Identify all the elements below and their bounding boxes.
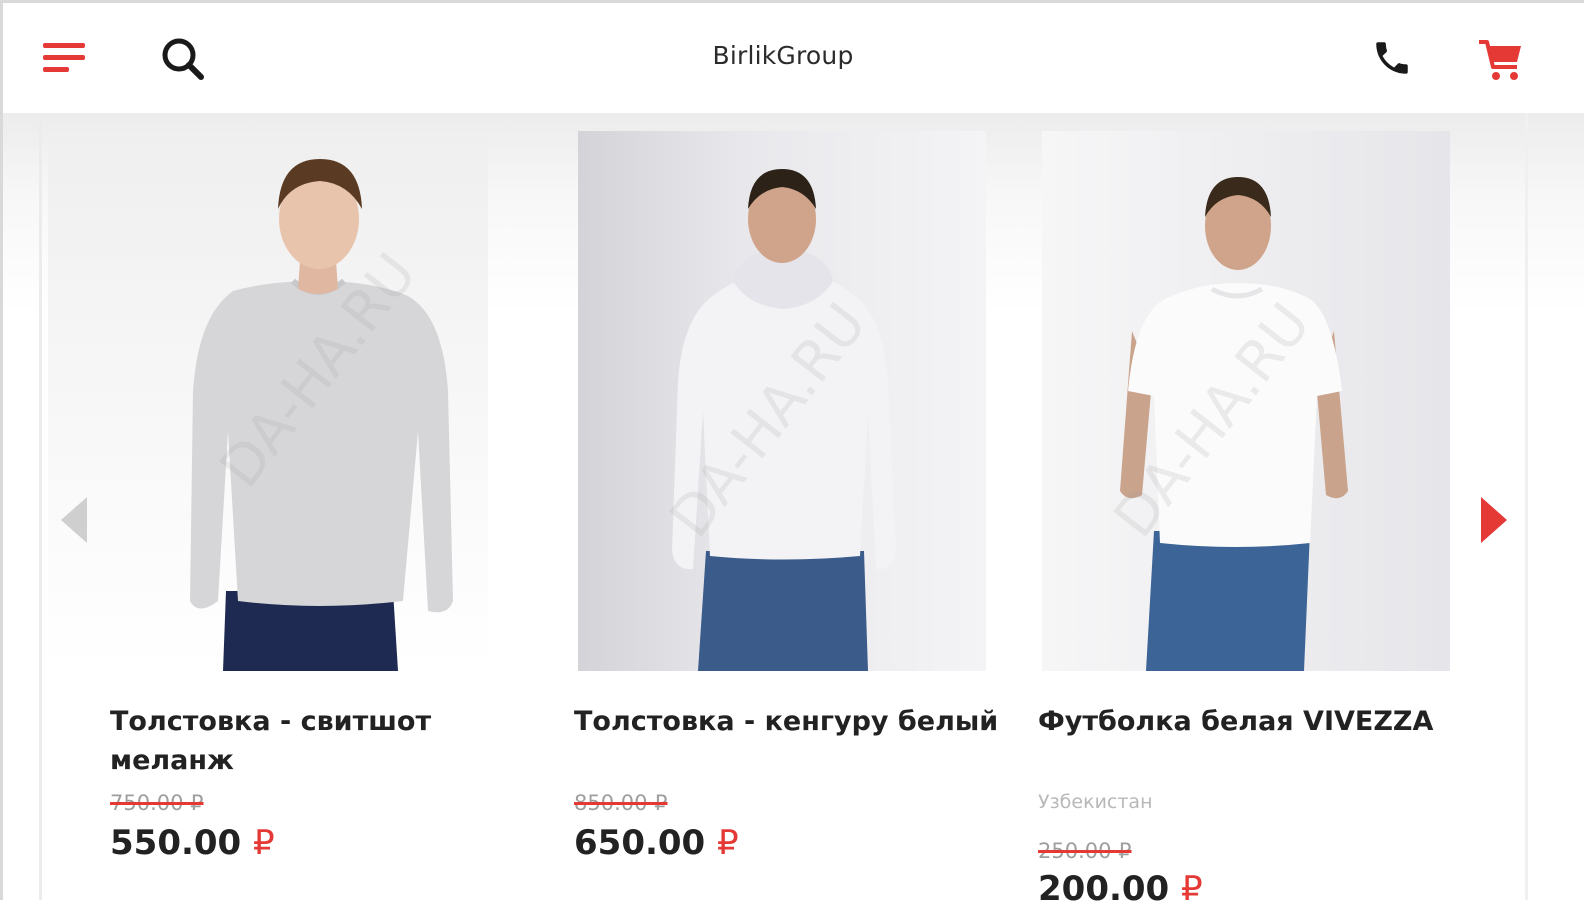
- currency-symbol: ₽: [717, 823, 739, 863]
- chevron-right-icon: [1481, 497, 1507, 543]
- product-name[interactable]: Толстовка - свитшот меланж: [110, 702, 540, 780]
- app-header: BirlikGroup: [0, 0, 1584, 113]
- phone-icon: [1376, 42, 1408, 74]
- old-price: 250.00 ₽: [1038, 839, 1132, 863]
- product-card[interactable]: DA-HA.RU Футболка белая VIVEZZA Узбекист…: [1038, 113, 1498, 909]
- product-photo[interactable]: DA-HA.RU: [578, 131, 986, 671]
- carousel-prev-button[interactable]: [59, 495, 89, 550]
- price-value: 650.00: [574, 823, 706, 863]
- product-name[interactable]: Футболка белая VIVEZZA: [1038, 702, 1468, 741]
- current-price: 200.00 ₽: [1038, 869, 1203, 909]
- product-carousel: DA-HA.RU Толстовка - свитшот меланж 750.…: [0, 113, 1584, 909]
- price-value: 200.00: [1038, 869, 1170, 909]
- old-price: 750.00 ₽: [110, 791, 204, 815]
- product-photo[interactable]: DA-HA.RU: [48, 131, 488, 671]
- currency-symbol: ₽: [253, 823, 275, 863]
- current-price: 550.00 ₽: [110, 823, 275, 863]
- cart-icon: [1479, 40, 1521, 80]
- product-origin: Узбекистан: [1038, 791, 1153, 813]
- cart-button[interactable]: [1477, 37, 1525, 83]
- current-price: 650.00 ₽: [574, 823, 739, 863]
- chevron-left-icon: [61, 497, 87, 543]
- product-card[interactable]: DA-HA.RU Толстовка - кенгуру белый 850.0…: [574, 113, 1034, 900]
- call-button[interactable]: [1371, 37, 1413, 79]
- page-title: BirlikGroup: [712, 41, 854, 70]
- currency-symbol: ₽: [1181, 869, 1203, 909]
- price-value: 550.00: [110, 823, 242, 863]
- product-card[interactable]: DA-HA.RU Толстовка - свитшот меланж 750.…: [48, 113, 570, 900]
- old-price: 850.00 ₽: [574, 791, 668, 815]
- product-name[interactable]: Толстовка - кенгуру белый: [574, 702, 1004, 741]
- product-photo[interactable]: DA-HA.RU: [1042, 131, 1450, 671]
- carousel-next-button[interactable]: [1479, 495, 1509, 550]
